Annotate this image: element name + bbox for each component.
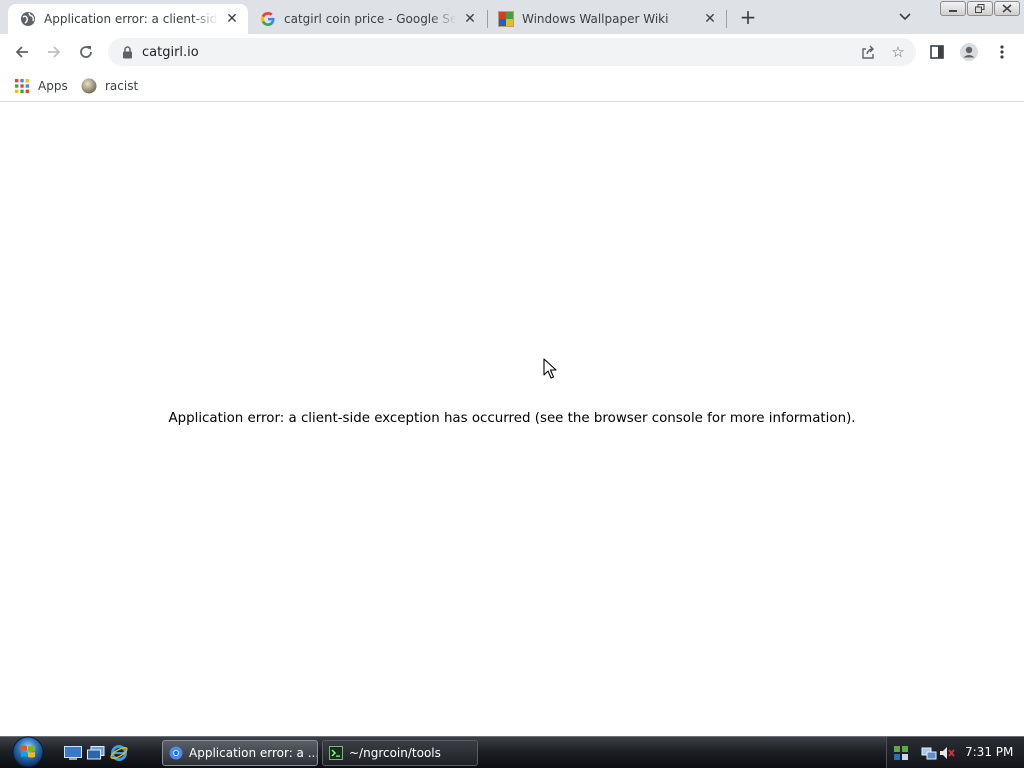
bookmark-apps[interactable]: Apps (14, 76, 68, 96)
volume-muted-icon[interactable] (939, 745, 955, 761)
windows-taskbar: Application error: a ... ~/ngrcoin/tools… (0, 736, 1024, 768)
bookmark-star-icon[interactable]: ☆ (889, 43, 907, 61)
taskbar-button-label: Application error: a ... (189, 746, 318, 760)
restore-button[interactable] (967, 1, 993, 16)
close-tab-icon[interactable]: ✕ (702, 11, 718, 27)
browser-toolbar: catgirl.io ☆ (0, 34, 1024, 70)
bookmark-label: Apps (38, 79, 68, 93)
apps-grid-icon (14, 78, 30, 94)
bookmark-favicon-icon (81, 78, 97, 94)
terminal-icon (329, 746, 343, 760)
profile-avatar-icon[interactable] (959, 42, 979, 62)
mouse-pointer-icon (543, 358, 557, 379)
share-icon[interactable] (860, 44, 876, 60)
back-button[interactable] (10, 40, 34, 64)
windows-start-orb-icon (12, 736, 44, 768)
chrome-icon (169, 746, 183, 760)
error-message: Application error: a client-side excepti… (168, 411, 856, 426)
close-tab-icon[interactable]: ✕ (224, 11, 240, 27)
close-window-button[interactable] (994, 1, 1020, 16)
switch-windows-icon[interactable] (87, 745, 105, 761)
network-status-icon[interactable] (893, 745, 909, 761)
close-icon (1002, 4, 1012, 13)
internet-explorer-icon[interactable] (110, 745, 128, 761)
address-bar[interactable]: catgirl.io ☆ (108, 38, 916, 66)
tab-title: Application error: a client-side excepti… (44, 12, 218, 26)
close-tab-icon[interactable]: ✕ (462, 11, 478, 27)
new-tab-button[interactable]: + (737, 5, 759, 29)
tab-google-search[interactable]: catgirl coin price - Google Search ✕ (248, 4, 486, 34)
tab-separator (726, 10, 727, 28)
tab-windows-wallpaper-wiki[interactable]: Windows Wallpaper Wiki ✕ (486, 4, 726, 34)
tab-search-chevron-icon[interactable] (895, 8, 915, 26)
system-tray: 7:31 PM (886, 737, 1024, 768)
bookmark-label: racist (105, 79, 139, 93)
forward-button[interactable] (42, 40, 66, 64)
google-g-icon (260, 11, 276, 27)
tab-strip: Application error: a client-side excepti… (0, 0, 1024, 34)
address-url[interactable]: catgirl.io (142, 45, 199, 60)
bookmarks-bar: Apps racist (0, 70, 1024, 102)
reload-icon (80, 46, 92, 58)
taskbar-button-label: ~/ngrcoin/tools (349, 746, 441, 760)
bookmark-racist[interactable]: racist (81, 76, 138, 96)
network-connection-icon[interactable] (921, 745, 937, 761)
tab-title: Windows Wallpaper Wiki (522, 12, 669, 26)
forward-arrow-icon (48, 46, 61, 58)
restore-icon (975, 4, 985, 13)
page-content: Application error: a client-side excepti… (0, 103, 1024, 736)
taskbar-button-terminal[interactable]: ~/ngrcoin/tools (322, 740, 478, 766)
show-desktop-icon[interactable] (64, 745, 82, 761)
minimize-icon (949, 9, 957, 12)
back-arrow-icon (15, 46, 28, 58)
window-caption-buttons (940, 1, 1020, 16)
minimize-button[interactable] (940, 1, 966, 16)
tab-application-error[interactable]: Application error: a client-side excepti… (8, 4, 248, 34)
side-panel-icon[interactable] (927, 42, 947, 62)
taskbar-button-chrome[interactable]: Application error: a ... (162, 740, 318, 766)
globe-icon (20, 11, 36, 27)
lock-icon[interactable] (120, 45, 134, 59)
system-clock[interactable]: 7:31 PM (965, 745, 1013, 759)
start-button[interactable] (8, 735, 48, 768)
tab-title: catgirl coin price - Google Search (284, 12, 456, 26)
kebab-menu-icon[interactable] (992, 42, 1012, 62)
reload-button[interactable] (74, 40, 98, 64)
wiki-favicon-icon (498, 11, 514, 27)
